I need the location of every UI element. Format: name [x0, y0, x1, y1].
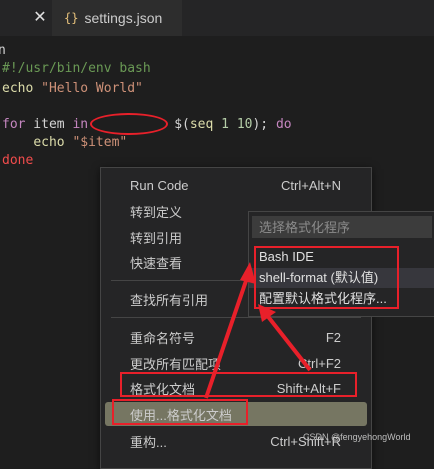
annotation-arrow	[264, 312, 312, 372]
watermark: CSDN @fengyehongWorld	[303, 432, 411, 442]
annotation-arrows	[204, 262, 312, 399]
annotation-arrow	[204, 274, 250, 399]
arrow-head-icon	[240, 262, 256, 284]
arrow-head-icon	[258, 304, 276, 322]
